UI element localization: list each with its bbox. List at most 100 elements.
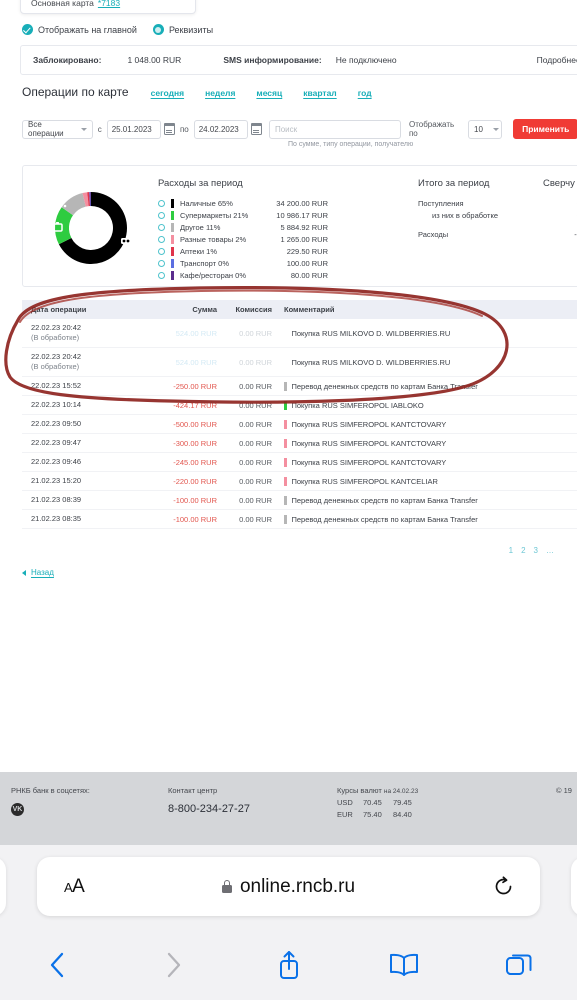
table-row[interactable]: 22.02.23 09:50 -500.00 RUR 0.00 RUR Поку…	[22, 415, 577, 434]
cell-amount: 524.00 RUR	[175, 357, 217, 367]
legend-color-swatch	[171, 222, 174, 232]
legend-toggle-icon[interactable]	[158, 259, 165, 267]
page-link-3[interactable]: 3	[534, 546, 538, 555]
page-link-1[interactable]: 1	[509, 546, 513, 555]
browser-toolbar	[0, 930, 577, 1000]
cell-fee: 0.00 RUR	[239, 514, 272, 524]
cell-fee: 0.00 RUR	[239, 438, 272, 448]
share-button[interactable]	[231, 949, 346, 981]
table-row[interactable]: 22.02.23 10:14 -424.17 RUR 0.00 RUR Поку…	[22, 396, 577, 415]
back-button[interactable]	[0, 950, 115, 980]
table-row[interactable]: 21.02.23 15:20 -220.00 RUR 0.00 RUR Поку…	[22, 472, 577, 491]
page-link-more[interactable]: …	[546, 546, 554, 555]
cell-amount: 524.00 RUR	[175, 328, 217, 338]
page-size-select[interactable]: 10	[468, 119, 503, 139]
operations-header: Операции по карте сегодня неделя месяц к…	[22, 85, 372, 99]
table-row[interactable]: 22.02.23 09:47 -300.00 RUR 0.00 RUR Поку…	[22, 434, 577, 453]
calendar-icon-to[interactable]	[250, 123, 262, 135]
reload-icon[interactable]	[493, 876, 514, 897]
legend-item[interactable]: Транспорт 0% 100.00 RUR	[158, 257, 328, 269]
period-link-today[interactable]: сегодня	[151, 88, 184, 98]
vk-icon[interactable]: VK	[11, 803, 24, 816]
totals-expense-value: -52 745.5	[574, 230, 577, 239]
card-number-link[interactable]: *7183	[98, 0, 120, 8]
legend-value: 1 265.00 RUR	[280, 234, 328, 244]
cell-comment: Покупка RUS SIMFEROPOL IABLOKO	[272, 400, 577, 410]
period-link-quarter[interactable]: квартал	[303, 88, 336, 98]
checkbox-requisites[interactable]: Реквизиты	[152, 24, 214, 35]
table-row[interactable]: 22.02.23 15:52 -250.00 RUR 0.00 RUR Пере…	[22, 377, 577, 396]
page-link-2[interactable]: 2	[521, 546, 525, 555]
totals-expense-label: Расходы	[418, 230, 449, 239]
legend-value: 229.50 RUR	[286, 246, 328, 256]
page-footer: РНКБ банк в соцсетях: VK Контакт центр 8…	[0, 772, 577, 845]
url-text: online.rncb.ru	[239, 875, 356, 897]
adjacent-tab-left[interactable]	[0, 857, 6, 916]
legend-toggle-icon[interactable]	[158, 271, 165, 279]
cell-fee: 0.00 RUR	[239, 328, 272, 338]
legend-color-swatch	[171, 270, 174, 280]
period-link-month[interactable]: месяц	[256, 88, 282, 98]
column-header-comment: Комментарий	[284, 305, 335, 314]
details-link[interactable]: Подробнее (услови	[537, 55, 577, 65]
search-input[interactable]: Поиск	[268, 119, 401, 139]
table-row[interactable]: 22.02.23 20:42 (В обработке) 524.00 RUR 0…	[22, 319, 577, 348]
date-to-input[interactable]: 24.02.2023	[193, 119, 248, 139]
calendar-icon-from[interactable]	[163, 123, 175, 135]
table-row[interactable]: 22.02.23 09:46 -245.00 RUR 0.00 RUR Поку…	[22, 453, 577, 472]
back-link[interactable]: Назад	[22, 568, 54, 577]
totals-pending-label: из них в обработке	[432, 211, 499, 220]
cell-amount: -300.00 RUR	[173, 438, 217, 448]
category-color-bar	[284, 457, 287, 467]
date-to-value: 24.02.2023	[198, 124, 239, 134]
page-size-label: Отображать по	[408, 120, 455, 138]
bookmarks-button[interactable]	[346, 951, 461, 979]
card-selector[interactable]: Основная карта *7183	[20, 0, 196, 14]
cell-comment: Перевод денежных средств по картам Банка…	[272, 381, 577, 391]
checkbox-show-on-main[interactable]: Отображать на главной	[22, 24, 137, 35]
operation-type-select[interactable]: Все операции	[22, 119, 93, 139]
footer-phone[interactable]: 8-800-234-27-27	[168, 803, 250, 815]
legend-item[interactable]: Супермаркеты 21% 10 986.17 RUR	[158, 209, 328, 221]
legend-value: 5 884.92 RUR	[280, 222, 328, 232]
legend-item[interactable]: Разные товары 2% 1 265.00 RUR	[158, 233, 328, 245]
checkbox-requisites-label: Реквизиты	[168, 24, 214, 35]
table-row[interactable]: 21.02.23 08:35 -100.00 RUR 0.00 RUR Пере…	[22, 510, 577, 529]
transactions-table: Дата операции Сумма Комиссия Комментарий…	[22, 300, 577, 529]
legend-label: Другое 11%	[180, 222, 221, 232]
card-label: Основная карта	[31, 0, 94, 8]
legend-item[interactable]: Кафе/ресторан 0% 80.00 RUR	[158, 269, 328, 281]
tabs-button[interactable]	[462, 950, 577, 980]
cell-fee: 0.00 RUR	[239, 400, 272, 410]
footer-social: РНКБ банк в соцсетях: VK	[11, 786, 90, 816]
period-link-week[interactable]: неделя	[205, 88, 235, 98]
legend-item[interactable]: Аптеки 1% 229.50 RUR	[158, 245, 328, 257]
period-summary-panel: Расходы за период Наличные 65% 34 200.00…	[22, 165, 577, 287]
category-color-bar	[284, 495, 287, 505]
column-header-date: Дата операции	[31, 305, 87, 314]
legend-toggle-icon[interactable]	[158, 199, 165, 207]
legend-item[interactable]: Другое 11% 5 884.92 RUR	[158, 221, 328, 233]
cell-comment: Покупка RUS MILKOVO D. WILDBERRIES.RU	[272, 358, 577, 367]
adjacent-tab-right[interactable]	[571, 857, 577, 916]
legend-toggle-icon[interactable]	[158, 247, 165, 255]
cell-amount: -100.00 RUR	[173, 495, 217, 505]
legend-toggle-icon[interactable]	[158, 235, 165, 243]
legend-item[interactable]: Наличные 65% 34 200.00 RUR	[158, 197, 328, 209]
legend-toggle-icon[interactable]	[158, 211, 165, 219]
url-bar[interactable]: AA online.rncb.ru	[37, 857, 540, 916]
footer-rates-label: Курсы валют на 24.02.23	[337, 786, 419, 795]
date-from-input[interactable]: 25.01.2023	[106, 119, 161, 139]
legend-toggle-icon[interactable]	[158, 223, 165, 231]
cell-amount: -245.00 RUR	[173, 457, 217, 467]
table-row[interactable]: 22.02.23 20:42 (В обработке) 524.00 RUR 0…	[22, 348, 577, 377]
apply-button[interactable]: Применить	[513, 119, 577, 139]
cell-comment: Перевод денежных средств по картам Банка…	[272, 495, 577, 505]
check-icon	[22, 24, 33, 35]
period-link-year[interactable]: год	[358, 88, 372, 98]
forward-button	[115, 950, 230, 980]
cell-fee: 0.00 RUR	[239, 476, 272, 486]
table-row[interactable]: 21.02.23 08:39 -100.00 RUR 0.00 RUR Пере…	[22, 491, 577, 510]
url-display[interactable]: online.rncb.ru	[37, 876, 540, 898]
cell-amount: -424.17 RUR	[173, 400, 217, 410]
